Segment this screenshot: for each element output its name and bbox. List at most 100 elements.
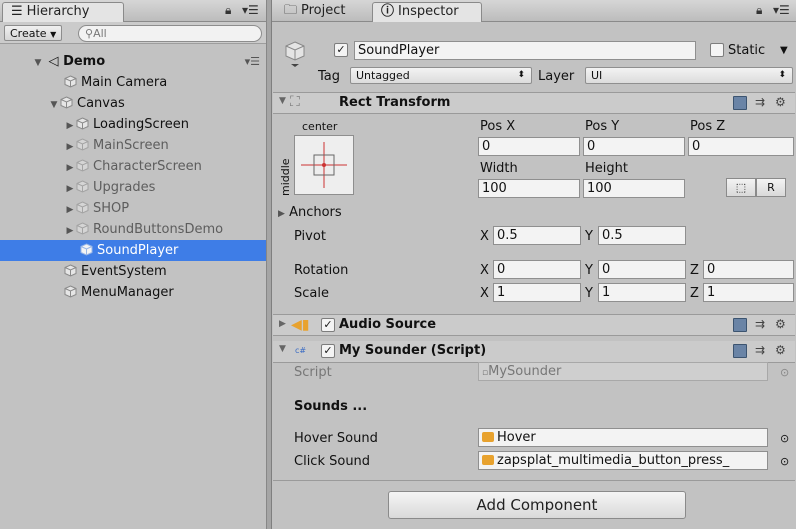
collapse-arrow-icon[interactable]: ▶ <box>64 116 76 137</box>
pivot-x-label: X <box>480 229 489 244</box>
gear-icon[interactable]: ⚙ <box>775 317 786 331</box>
panel-menu-icon[interactable]: ▾☰ <box>242 3 259 17</box>
help-book-icon[interactable] <box>733 96 747 110</box>
collapse-arrow-icon[interactable]: ▶ <box>64 158 76 179</box>
help-book-icon[interactable] <box>733 344 747 358</box>
pos-x-label: Pos X <box>480 119 516 134</box>
preset-icon[interactable]: ⇉ <box>755 95 765 109</box>
active-checkbox[interactable]: ✓ <box>334 43 348 57</box>
layer-dropdown[interactable]: UI ⬍ <box>585 67 793 84</box>
audio-source-enabled-checkbox[interactable]: ✓ <box>321 318 335 332</box>
expand-arrow-icon[interactable]: ▼ <box>279 96 286 106</box>
audio-source-header[interactable]: ▶ ◀▮ ✓ Audio Source ⇉ ⚙ <box>273 314 795 336</box>
gameobject-large-icon <box>284 40 306 68</box>
list-item[interactable]: ▼ Canvas <box>0 93 266 114</box>
rotation-z-label: Z <box>690 263 699 278</box>
list-item[interactable]: MenuManager <box>0 282 266 303</box>
scale-y-label: Y <box>585 286 593 301</box>
blueprint-mode-button[interactable]: ⬚ <box>726 178 756 197</box>
divider <box>273 480 795 481</box>
gameobject-cube-icon <box>76 222 89 235</box>
tab-inspector[interactable]: ⓘ Inspector <box>372 2 482 22</box>
raw-edit-button[interactable]: R <box>756 178 786 197</box>
scale-x-field[interactable]: 1 <box>493 283 581 302</box>
pivot-y-label: Y <box>585 229 593 244</box>
collapse-arrow-icon[interactable]: ▶ <box>64 200 76 221</box>
add-component-button[interactable]: Add Component <box>388 491 686 519</box>
scale-z-field[interactable]: 1 <box>703 283 794 302</box>
my-sounder-header[interactable]: ▼ c# ✓ My Sounder (Script) ⇉ ⚙ <box>273 341 795 363</box>
list-item[interactable]: ▶ RoundButtonsDemo <box>0 219 266 240</box>
speaker-icon: ◀▮ <box>291 317 310 333</box>
gameobject-cube-icon <box>76 138 89 151</box>
scale-y-field[interactable]: 1 <box>598 283 686 302</box>
list-item[interactable]: ▶ Upgrades <box>0 177 266 198</box>
anchor-preset-icon <box>301 142 347 188</box>
gameobject-cube-icon <box>60 96 73 109</box>
tag-dropdown[interactable]: Untagged ⬍ <box>350 67 532 84</box>
tab-project[interactable]: 🗀︎ Project <box>276 2 368 22</box>
list-item[interactable]: ▶ SHOP <box>0 198 266 219</box>
lock-icon[interactable]: 🔒︎ <box>756 3 762 18</box>
list-item[interactable]: ▶ MainScreen <box>0 135 266 156</box>
expand-arrow-icon[interactable]: ▼ <box>32 53 44 74</box>
pos-z-label: Pos Z <box>690 119 726 134</box>
audio-clip-icon <box>482 455 494 465</box>
rotation-y-label: Y <box>585 263 593 278</box>
anchors-foldout[interactable]: ▶ Anchors <box>278 204 342 223</box>
collapse-arrow-icon[interactable]: ▶ <box>64 179 76 200</box>
preset-icon[interactable]: ⇉ <box>755 343 765 357</box>
help-book-icon[interactable] <box>733 318 747 332</box>
folder-icon: 🗀︎ <box>284 3 298 18</box>
create-button[interactable]: Create ▼ <box>4 25 63 41</box>
pivot-y-field[interactable]: 0.5 <box>598 226 686 245</box>
anchor-preset-button[interactable] <box>294 135 354 195</box>
lock-icon[interactable]: 🔒︎ <box>225 3 231 18</box>
tab-hierarchy[interactable]: ☰ Hierarchy <box>2 2 124 22</box>
pos-x-field[interactable]: 0 <box>478 137 580 156</box>
collapse-arrow-icon[interactable]: ▶ <box>279 319 286 329</box>
gameobject-cube-icon <box>76 117 89 130</box>
pivot-x-field[interactable]: 0.5 <box>493 226 581 245</box>
updown-icon: ⬍ <box>778 70 786 80</box>
list-item[interactable]: ▶ LoadingScreen <box>0 114 266 135</box>
hover-sound-field[interactable]: Hover <box>478 428 768 447</box>
rotation-y-field[interactable]: 0 <box>598 260 686 279</box>
pos-y-field[interactable]: 0 <box>583 137 685 156</box>
gear-icon[interactable]: ⚙ <box>775 95 786 109</box>
list-item-selected[interactable]: SoundPlayer <box>0 240 266 261</box>
search-input[interactable]: ⚲All <box>78 25 262 42</box>
width-label: Width <box>480 161 518 176</box>
list-item[interactable]: Main Camera <box>0 72 266 93</box>
expand-arrow-icon[interactable]: ▼ <box>279 344 286 354</box>
width-field[interactable]: 100 <box>478 179 580 198</box>
collapse-arrow-icon[interactable]: ▶ <box>64 221 76 242</box>
click-sound-field[interactable]: zapsplat_multimedia_button_press_ <box>478 451 768 470</box>
static-dropdown-icon[interactable]: ▼ <box>780 42 788 59</box>
height-field[interactable]: 100 <box>583 179 685 198</box>
gameobject-cube-icon <box>80 243 93 256</box>
list-item[interactable]: ▶ CharacterScreen <box>0 156 266 177</box>
script-label: Script <box>294 365 332 380</box>
pos-z-field[interactable]: 0 <box>688 137 794 156</box>
static-checkbox[interactable]: ✓ <box>710 43 724 57</box>
rotation-label: Rotation <box>294 263 349 278</box>
scene-menu-icon[interactable]: ▾☰ <box>245 51 260 72</box>
scene-row[interactable]: ▼ ◁ Demo ▾☰ <box>0 51 266 72</box>
object-picker-icon[interactable]: ⊙ <box>780 453 789 470</box>
expand-arrow-icon[interactable]: ▼ <box>48 95 60 116</box>
rotation-x-field[interactable]: 0 <box>493 260 581 279</box>
my-sounder-enabled-checkbox[interactable]: ✓ <box>321 344 335 358</box>
panel-menu-icon[interactable]: ▾☰ <box>773 3 790 17</box>
scale-x-label: X <box>480 286 489 301</box>
pivot-label: Pivot <box>294 229 326 244</box>
collapse-arrow-icon[interactable]: ▶ <box>64 137 76 158</box>
object-picker-icon[interactable]: ⊙ <box>780 430 789 447</box>
rect-transform-header[interactable]: ▼ ⛶ Rect Transform ⇉ ⚙ <box>273 92 795 114</box>
rotation-z-field[interactable]: 0 <box>703 260 794 279</box>
preset-icon[interactable]: ⇉ <box>755 317 765 331</box>
gameobject-cube-icon <box>64 75 77 88</box>
object-name-field[interactable]: SoundPlayer <box>354 41 696 60</box>
gear-icon[interactable]: ⚙ <box>775 343 786 357</box>
list-item[interactable]: EventSystem <box>0 261 266 282</box>
